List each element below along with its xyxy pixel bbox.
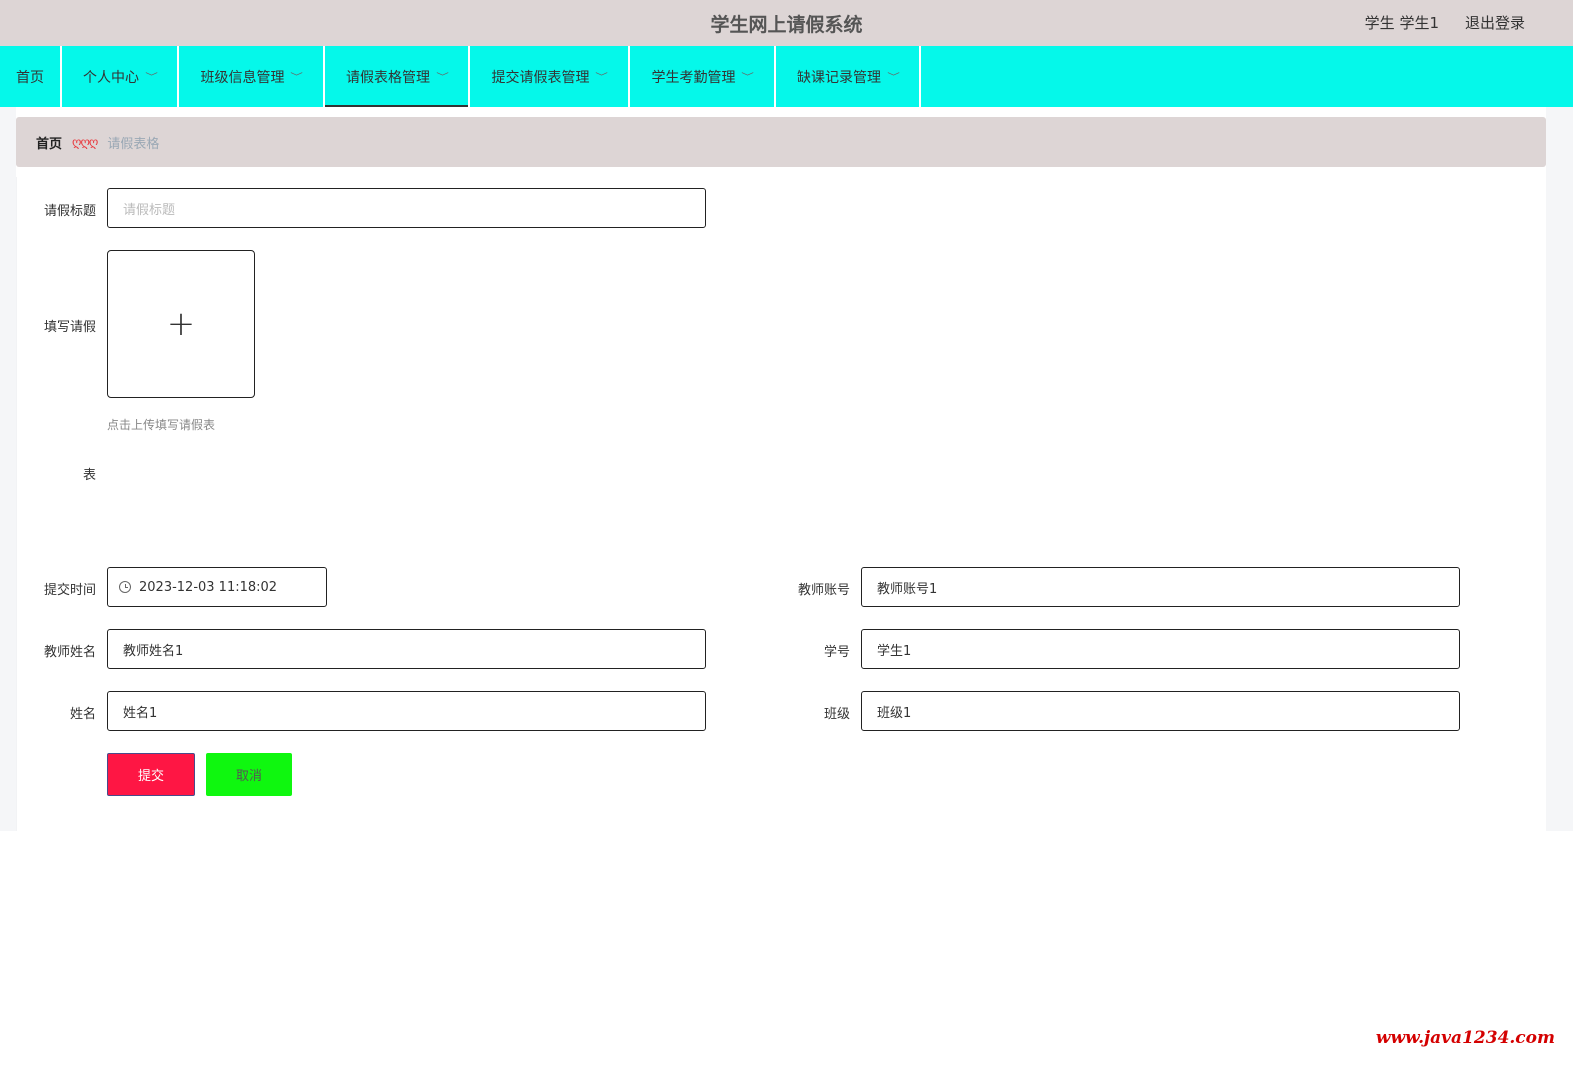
breadcrumb-current: 请假表格 <box>107 136 160 152</box>
nav-item-personal-center[interactable]: 个人中心 ﹀ <box>62 46 179 107</box>
upload-button[interactable]: + <box>107 250 255 398</box>
nav-item-label: 缺课记录管理 <box>796 69 881 86</box>
teacher-account-value: 教师账号1 <box>877 581 938 597</box>
name-input[interactable]: 姓名1 <box>107 691 706 731</box>
chevron-down-icon: ﹀ <box>145 73 158 83</box>
nav-item-leave-form[interactable]: 请假表格管理 ﹀ <box>325 46 470 107</box>
main-navbar: 首页 个人中心 ﹀ 班级信息管理 ﹀ 请假表格管理 ﹀ 提交请假表管理 ﹀ 学生… <box>0 46 1573 107</box>
upload-label: 填写请假 <box>43 320 96 335</box>
breadcrumb-separator-icon: ღღღ <box>72 135 98 149</box>
teacher-account-input[interactable]: 教师账号1 <box>861 567 1460 607</box>
teacher-account-label: 教师账号 <box>797 583 850 598</box>
current-user-label: 学生 学生1 <box>1364 14 1439 32</box>
chevron-down-icon: ﹀ <box>741 73 755 83</box>
nav-item-label: 班级信息管理 <box>200 69 285 86</box>
nav-item-home[interactable]: 首页 <box>0 46 62 107</box>
nav-item-label: 提交请假表管理 <box>491 69 590 86</box>
teacher-name-input[interactable]: 教师姓名1 <box>107 629 706 669</box>
submit-time-picker[interactable]: 2023-12-03 11:18:02 <box>107 567 327 607</box>
breadcrumb-home[interactable]: 首页 <box>36 133 62 152</box>
title-input[interactable]: 请假标题 <box>107 188 706 228</box>
student-id-value: 学生1 <box>877 643 912 659</box>
teacher-name-value: 教师姓名1 <box>123 643 184 659</box>
class-value: 班级1 <box>877 705 912 721</box>
nav-item-absence-record[interactable]: 缺课记录管理 ﹀ <box>776 46 921 107</box>
class-input[interactable]: 班级1 <box>861 691 1460 731</box>
page-background <box>1546 107 1573 831</box>
title-label: 请假标题 <box>43 204 96 219</box>
nav-item-attendance[interactable]: 学生考勤管理 ﹀ <box>630 46 776 107</box>
upload-label-continued: 表 <box>82 468 96 483</box>
page-background <box>0 107 16 831</box>
submit-time-label: 提交时间 <box>43 583 96 598</box>
cancel-button[interactable]: 取消 <box>206 753 292 796</box>
upload-tip: 点击上传填写请假表 <box>107 418 216 432</box>
nav-item-label: 首页 <box>16 69 44 86</box>
top-header: 学生网上请假系统 学生 学生1 退出登录 <box>0 0 1573 46</box>
plus-icon: + <box>166 304 196 344</box>
app-title: 学生网上请假系统 <box>710 14 863 36</box>
nav-item-class-info[interactable]: 班级信息管理 ﹀ <box>179 46 325 107</box>
title-input-placeholder: 请假标题 <box>123 202 176 218</box>
watermark: www.java1234.com <box>1375 1028 1555 1048</box>
student-id-label: 学号 <box>823 645 850 660</box>
breadcrumb: 首页 ღღღ 请假表格 <box>16 117 1546 167</box>
chevron-down-icon: ﹀ <box>887 73 900 83</box>
submit-time-value: 2023-12-03 11:18:02 <box>139 579 278 595</box>
nav-item-label: 个人中心 <box>82 69 139 86</box>
name-value: 姓名1 <box>123 705 158 721</box>
student-id-input[interactable]: 学生1 <box>861 629 1460 669</box>
chevron-down-icon: ﹀ <box>290 73 304 83</box>
teacher-name-label: 教师姓名 <box>43 645 96 660</box>
name-label: 姓名 <box>69 707 96 722</box>
chevron-down-icon: ﹀ <box>436 73 449 83</box>
user-area: 学生 学生1 退出登录 <box>1365 12 1525 33</box>
class-label: 班级 <box>823 707 850 722</box>
submit-button[interactable]: 提交 <box>107 753 195 796</box>
nav-item-label: 学生考勤管理 <box>651 69 736 86</box>
chevron-down-icon: ﹀ <box>595 73 609 83</box>
nav-item-submitted-leave[interactable]: 提交请假表管理 ﹀ <box>470 46 630 107</box>
logout-link[interactable]: 退出登录 <box>1465 12 1525 33</box>
clock-icon <box>119 581 131 593</box>
nav-item-label: 请假表格管理 <box>345 69 430 86</box>
